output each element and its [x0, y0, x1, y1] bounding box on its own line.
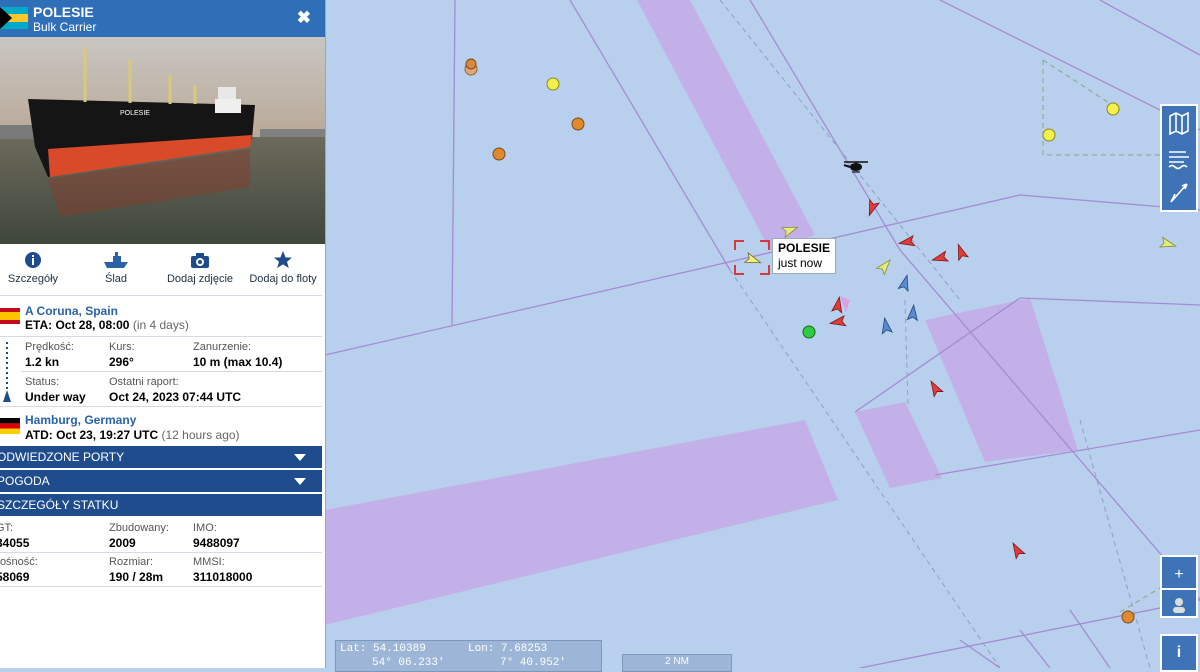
visited-ports-section[interactable]: ODWIEDZONE PORTY [0, 446, 322, 468]
gt-value: 34055 [0, 536, 30, 550]
vessel-info-panel: POLESIE Bulk Carrier ✖ POLESIE Szczegóły [0, 0, 326, 668]
panel-header: POLESIE Bulk Carrier ✖ [0, 0, 325, 37]
camera-icon [191, 253, 209, 268]
vessel-marker[interactable] [465, 58, 477, 70]
weather-layer-button[interactable] [1162, 141, 1196, 175]
atd-text: ATD: Oct 23, 19:27 UTC (12 hours ago) [25, 428, 240, 442]
draught-label: Zanurzenie: [193, 341, 252, 353]
destination-port[interactable]: A Coruna, Spain [25, 304, 118, 318]
route-line-icon [3, 342, 11, 402]
person-icon [1173, 598, 1185, 613]
divider [0, 406, 322, 407]
dwt-label: Nośność: [0, 556, 38, 568]
longitude-readout: Lon: 7.68253 [468, 643, 548, 655]
add-to-fleet-button[interactable]: Dodaj do floty [242, 250, 324, 285]
divider [0, 586, 322, 587]
latitude-readout: Lat: 54.10389 [340, 643, 426, 655]
track-label: Ślad [104, 273, 128, 285]
eta-value: ETA: Oct 28, 08:00 [25, 318, 130, 332]
spain-flag-icon [0, 308, 20, 324]
vessel-marker[interactable] [546, 77, 560, 91]
speed-value: 1.2 kn [25, 355, 60, 369]
vessel-marker[interactable] [1042, 128, 1056, 142]
atd-value: ATD: Oct 23, 19:27 UTC [25, 428, 159, 442]
info-label: i [1176, 644, 1182, 661]
draught-value: 10 m (max 10.4) [193, 355, 283, 369]
weather-label: POGODA [0, 474, 50, 488]
gt-label: GT: [0, 522, 14, 534]
status-label: Status: [25, 376, 60, 388]
info-button[interactable]: i [1160, 634, 1198, 672]
mmsi-value: 311018000 [193, 570, 253, 584]
built-value: 2009 [109, 536, 136, 550]
speed-label: Prędkość: [25, 341, 74, 353]
info-icon [25, 252, 41, 268]
longitude-dms: 7° 40.952' [500, 657, 567, 669]
details-label: Szczegóły [7, 273, 59, 285]
map-toolbar [1160, 104, 1198, 212]
zoom-in-label: + [1174, 566, 1184, 583]
divider [0, 552, 322, 553]
size-label: Rozmiar: [109, 556, 154, 568]
divider [22, 371, 322, 372]
visited-ports-label: ODWIEDZONE PORTY [0, 450, 125, 464]
latitude-dms: 54° 06.233' [372, 657, 445, 669]
vessel-marker[interactable] [492, 147, 506, 161]
coordinates-box: Lat: 54.10389 Lon: 7.68253 54° 06.233' 7… [335, 640, 602, 672]
scale-bar: 2 NM [622, 654, 732, 672]
eta-text: ETA: Oct 28, 08:00 (in 4 days) [25, 318, 189, 332]
tooltip-time: just now [778, 256, 823, 270]
last-report-label: Ostatni raport: [109, 376, 179, 388]
star-icon [274, 251, 292, 268]
bahamas-flag-icon [0, 7, 28, 29]
atd-note: (12 hours ago) [161, 428, 240, 442]
add-to-fleet-label: Dodaj do floty [249, 273, 317, 285]
vessel-photo: POLESIE [0, 37, 325, 244]
vessel-marker[interactable] [1106, 102, 1120, 116]
measure-tool-button[interactable] [1162, 176, 1196, 210]
add-photo-button[interactable]: Dodaj zdjęcie [162, 250, 238, 285]
divider [0, 295, 322, 296]
zoom-level-button[interactable] [1160, 588, 1198, 618]
weather-section[interactable]: POGODA [0, 470, 322, 492]
tooltip-name: POLESIE [778, 241, 831, 255]
vessel-type: Bulk Carrier [33, 20, 97, 34]
vessel-marker[interactable] [1121, 610, 1135, 624]
origin-port[interactable]: Hamburg, Germany [25, 413, 136, 427]
last-report-value: Oct 24, 2023 07:44 UTC [109, 390, 242, 404]
status-value: Under way [25, 390, 86, 404]
built-label: Zbudowany: [109, 522, 169, 534]
compass-ruler-icon [1170, 183, 1188, 203]
ship-details-section[interactable]: SZCZEGÓŁY STATKU [0, 494, 322, 516]
vessel-marker[interactable] [571, 117, 585, 131]
map-layers-button[interactable] [1162, 106, 1196, 140]
dwt-value: 58069 [0, 570, 30, 584]
chevron-down-icon [294, 478, 306, 485]
close-icon[interactable]: ✖ [297, 8, 311, 28]
course-value: 296° [109, 355, 134, 369]
details-button[interactable]: Szczegóły [0, 250, 66, 285]
mmsi-label: MMSI: [193, 556, 225, 568]
eta-note: (in 4 days) [132, 318, 189, 332]
vessel-tooltip: POLESIE just now [772, 238, 837, 274]
ship-details-label: SZCZEGÓŁY STATKU [0, 498, 119, 512]
size-value: 190 / 28m [109, 570, 164, 584]
vessel-marker[interactable] [802, 325, 816, 339]
chevron-down-icon [294, 454, 306, 461]
hull-lettering: POLESIE [120, 110, 150, 117]
course-label: Kurs: [109, 341, 135, 353]
map-icon [1169, 111, 1189, 136]
vessel-name: POLESIE [33, 4, 94, 20]
imo-value: 9488097 [193, 536, 240, 550]
ship-track-icon [104, 252, 128, 268]
action-row: Szczegóły Ślad Dodaj zdjęcie Dodaj do fl… [0, 250, 325, 294]
imo-label: IMO: [193, 522, 217, 534]
track-button[interactable]: Ślad [88, 250, 144, 285]
divider [0, 336, 322, 337]
germany-flag-icon [0, 418, 20, 434]
add-photo-label: Dodaj zdjęcie [166, 273, 234, 285]
wind-waves-icon [1168, 151, 1189, 170]
